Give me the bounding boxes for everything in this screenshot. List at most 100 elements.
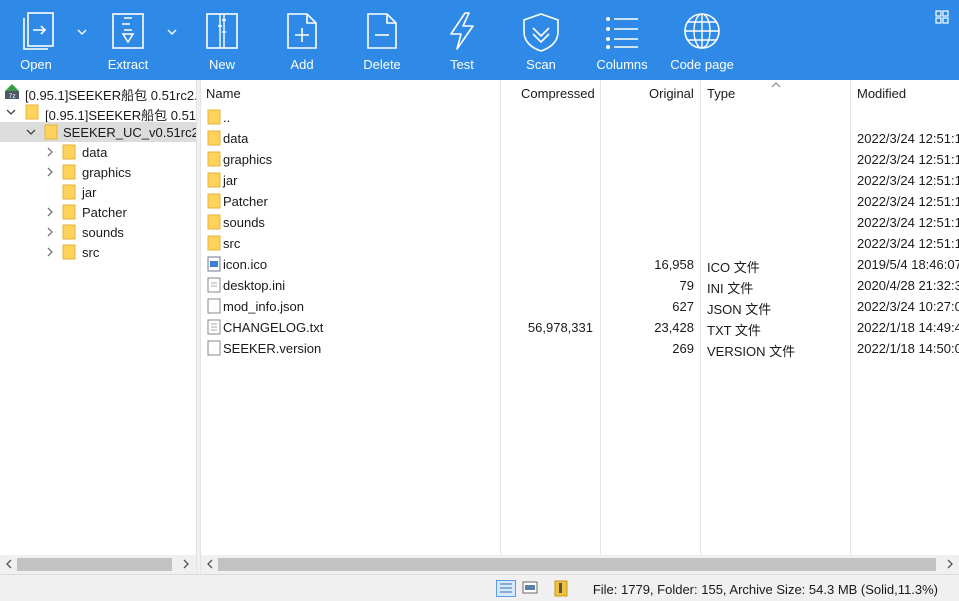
add-button[interactable]: Add [266,0,338,80]
columns-label: Columns [596,57,648,72]
cell-modified: 2022/3/24 12:51:1 [857,236,959,251]
table-row[interactable]: jar 2022/3/24 12:51:1 [201,169,959,190]
scroll-right-icon[interactable] [181,559,191,569]
tree-item-root-folder[interactable]: [0.95.1]SEEKER船包 0.51rc2 [0,102,196,123]
preview-view-icon[interactable] [522,580,538,596]
tree-item-label: jar [82,185,97,200]
tree-item-graphics[interactable]: graphics [0,162,196,182]
menu-grid-icon[interactable] [935,10,949,24]
cell-name: sounds [223,215,265,230]
tree-item-patcher[interactable]: Patcher [0,202,196,222]
table-row[interactable]: mod_info.json 627 JSON 文件 2022/3/24 10:2… [201,295,959,317]
folder-icon [62,164,76,180]
lightning-icon [450,12,474,50]
toolbar: Open Extract New Add Delete Test Scan Co… [0,0,959,80]
archive-info-icon[interactable] [553,580,569,597]
column-header-type[interactable]: Type [707,86,735,101]
table-row[interactable]: graphics 2022/3/24 12:51:1 [201,148,959,169]
open-dropdown-icon[interactable] [76,26,88,38]
table-row[interactable]: CHANGELOG.txt 56,978,331 23,428 TXT 文件 2… [201,316,959,338]
folder-icon [62,224,76,240]
cell-name: .. [223,110,231,125]
scroll-left-icon[interactable] [4,559,14,569]
tree-item-label: src [82,245,100,260]
tree-item-src[interactable]: src [0,242,196,262]
list-horizontal-scrollbar[interactable] [201,555,959,574]
codepage-label: Code page [670,57,734,72]
cell-name: jar [223,173,238,188]
cell-name: SEEKER.version [223,341,322,356]
text-file-icon [207,319,221,335]
extract-button[interactable]: Extract [92,0,164,80]
column-header-compressed[interactable]: Compressed [521,86,595,101]
image-file-icon [207,256,221,272]
scroll-right-icon[interactable] [945,559,955,569]
extract-dropdown-icon[interactable] [166,26,178,38]
tree-horizontal-scrollbar[interactable] [0,555,196,574]
cell-modified: 2022/3/24 12:51:1 [857,152,959,167]
svg-text:7z: 7z [9,93,16,100]
tree-item-jar[interactable]: jar [0,182,196,202]
chevron-right-icon[interactable] [45,167,55,177]
cell-modified: 2022/1/18 14:49:4 [857,320,959,335]
scrollbar-thumb[interactable] [17,558,172,571]
column-header-name[interactable]: Name [206,86,241,101]
test-label: Test [450,57,474,72]
cell-original: 16,958 [654,257,694,272]
tree-item-label: data [82,145,108,160]
chevron-right-icon[interactable] [45,147,55,157]
open-button[interactable]: Open [0,0,72,80]
settings-file-icon [207,277,221,293]
folder-icon [207,109,221,125]
scrollbar-thumb[interactable] [218,558,936,571]
folder-icon [207,235,221,251]
new-button[interactable]: New [186,0,258,80]
tree-item-data[interactable]: data [0,142,196,162]
test-button[interactable]: Test [426,0,498,80]
table-row[interactable]: sounds 2022/3/24 12:51:1 [201,211,959,232]
table-row[interactable]: Patcher 2022/3/24 12:51:1 [201,190,959,211]
chevron-right-icon[interactable] [45,247,55,257]
tree-item-archive[interactable]: 7z [0.95.1]SEEKER船包 0.51rc2.7z [0,82,196,103]
tree-item-seeker-uc[interactable]: SEEKER_UC_v0.51rc2 [0,122,196,142]
open-icon [23,12,54,50]
column-header-original[interactable]: Original [649,86,694,101]
delete-button[interactable]: Delete [346,0,418,80]
cell-name: CHANGELOG.txt [223,320,324,335]
table-row[interactable]: SEEKER.version 269 VERSION 文件 2022/1/18 … [201,337,959,359]
tree-item-label: SEEKER_UC_v0.51rc2 [63,125,196,140]
scan-button[interactable]: Scan [505,0,577,80]
cell-modified: 2019/5/4 18:46:07 [857,257,959,272]
status-bar: File: 1779, Folder: 155, Archive Size: 5… [0,574,959,601]
extract-icon [112,13,144,49]
cell-name: desktop.ini [223,278,286,293]
folder-tree[interactable]: 7z [0.95.1]SEEKER船包 0.51rc2.7z [0.95.1]S… [0,80,196,555]
scan-label: Scan [526,57,556,72]
chevron-down-icon[interactable] [6,107,16,117]
cell-modified: 2022/3/24 10:27:0 [857,299,959,314]
cell-name: src [223,236,241,251]
chevron-right-icon[interactable] [45,207,55,217]
open-label: Open [20,57,52,72]
folder-icon [44,124,58,140]
new-archive-icon [206,13,238,49]
file-list[interactable]: Name Compressed Original Type Modified .… [201,80,959,555]
details-view-icon[interactable] [496,580,516,597]
column-header-modified[interactable]: Modified [857,86,906,101]
table-row[interactable]: data 2022/3/24 12:51:1 [201,127,959,148]
table-row[interactable]: icon.ico 16,958 ICO 文件 2019/5/4 18:46:07 [201,253,959,275]
archive-manager-window: Open Extract New Add Delete Test Scan Co… [0,0,959,601]
chevron-down-icon[interactable] [26,127,36,137]
extract-label: Extract [107,57,149,72]
table-row[interactable]: desktop.ini 79 INI 文件 2020/4/28 21:32:3 [201,274,959,296]
scroll-left-icon[interactable] [205,559,215,569]
cell-original: 627 [672,299,694,314]
folder-icon [207,130,221,146]
codepage-button[interactable]: Code page [666,0,738,80]
chevron-right-icon[interactable] [45,227,55,237]
columns-button[interactable]: Columns [586,0,658,80]
tree-item-sounds[interactable]: sounds [0,222,196,242]
table-row[interactable]: src 2022/3/24 12:51:1 [201,232,959,253]
table-row[interactable]: .. [201,106,959,127]
add-file-icon [287,13,317,49]
